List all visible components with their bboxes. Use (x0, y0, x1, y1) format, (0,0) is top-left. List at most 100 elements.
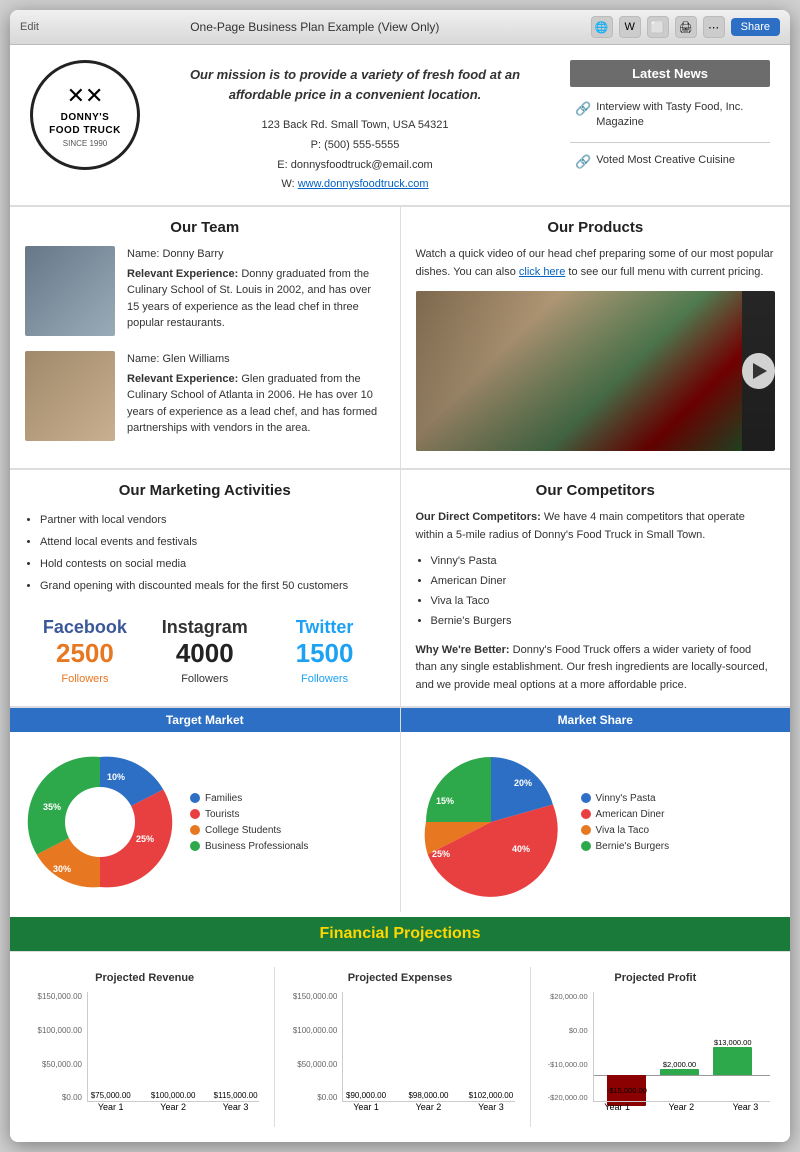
expenses-title: Projected Expenses (280, 972, 519, 984)
y-150k: $150,000.00 (25, 992, 82, 1001)
marketing-list: Partner with local vendors Attend local … (25, 509, 385, 597)
website: W: www.donnysfoodtruck.com (262, 175, 449, 195)
py-20k: $20,000.00 (536, 992, 588, 1001)
print-icon[interactable]: 🖨 (675, 16, 697, 38)
seg-bernies (426, 757, 491, 822)
dot-professionals (190, 841, 200, 851)
lbl-vinnys: 20% (513, 778, 531, 788)
more-icon[interactable]: ⋯ (703, 16, 725, 38)
marketing-item-3: Hold contests on social media (40, 553, 385, 575)
rev-x-2: Year 2 (149, 1102, 196, 1122)
label-bernies-text: Bernie's Burgers (596, 841, 670, 852)
instagram-label: Followers (181, 673, 228, 685)
label-viva-text: Viva la Taco (596, 825, 650, 836)
market-share-pie: 20% 40% 25% 15% (411, 742, 571, 902)
y-100k: $100,000.00 (25, 1026, 82, 1035)
expenses-chart-area: $150,000.00 $100,000.00 $50,000.00 $0.00… (280, 992, 519, 1122)
revenue-x-labels: Year 1 Year 2 Year 3 (87, 1102, 259, 1122)
prof-x-1: Year 1 (593, 1102, 642, 1122)
market-share-chart: Market Share (400, 708, 791, 912)
marketing-section: Our Marketing Activities Partner with lo… (10, 470, 400, 706)
header-middle: Our mission is to provide a variety of f… (160, 60, 550, 195)
competitors-section: Our Competitors Our Direct Competitors: … (400, 470, 791, 706)
window-title: One-Page Business Plan Example (View Onl… (39, 20, 591, 34)
competitor-4: Bernie's Burgers (431, 612, 776, 632)
lbl-bernies: 15% (435, 796, 453, 806)
charts-row: Target Market (10, 706, 790, 912)
contact-info: 123 Back Rd. Small Town, USA 54321 P: (5… (262, 116, 449, 195)
profit-chart-area: $20,000.00 $0.00 -$10,000.00 -$20,000.00… (536, 992, 775, 1122)
dot-vinnys (581, 793, 591, 803)
legend-professionals: Business Professionals (190, 841, 308, 852)
latest-news-header: Latest News (570, 60, 770, 87)
competitors-direct-label: Our Direct Competitors: (416, 511, 541, 523)
toolbar: 🌐 W ⬜ 🖨 ⋯ Share (591, 16, 780, 38)
monitor-icon[interactable]: ⬜ (647, 16, 669, 38)
products-title: Our Products (416, 219, 776, 236)
label-american-text: American Diner (596, 809, 665, 820)
share-button[interactable]: Share (731, 18, 780, 36)
label-vinnys-text: Vinny's Pasta (596, 793, 656, 804)
dot-families (190, 793, 200, 803)
exp-x-2: Year 2 (405, 1102, 452, 1122)
globe-icon[interactable]: 🌐 (591, 16, 613, 38)
competitor-3: Viva la Taco (431, 592, 776, 612)
team-exp-1: Relevant Experience: Donny graduated fro… (127, 266, 385, 332)
legend-american: American Diner (581, 809, 670, 820)
team-exp-2: Relevant Experience: Glen graduated from… (127, 371, 385, 437)
why-better: Why We're Better: Donny's Food Truck off… (416, 642, 776, 695)
competitor-2: American Diner (431, 572, 776, 592)
label-tourists-text: Tourists (205, 809, 239, 820)
py-m20k: -$20,000.00 (536, 1093, 588, 1102)
py-m10k: -$10,000.00 (536, 1060, 588, 1069)
video-overlay (416, 291, 776, 451)
team-info-2: Name: Glen Williams Relevant Experience:… (127, 351, 385, 437)
text-icon[interactable]: W (619, 16, 641, 38)
legend-families: Families (190, 793, 308, 804)
logo: ✕✕ DONNY'SFOOD TRUCK SINCE 1990 (30, 60, 140, 170)
target-market-chart: Target Market (10, 708, 400, 912)
marketing-item-1: Partner with local vendors (40, 509, 385, 531)
target-market-body: 10% 25% 30% 35% Families T (10, 732, 400, 912)
y-0: $0.00 (25, 1093, 82, 1102)
competitors-list: Vinny's Pasta American Diner Viva la Tac… (416, 552, 776, 631)
label-tourists: 25% (136, 834, 154, 844)
menu-link[interactable]: click here (519, 266, 565, 278)
facebook-count: 2500 (30, 638, 140, 669)
video-thumbnail[interactable] (416, 291, 776, 451)
exp-x-3: Year 3 (467, 1102, 514, 1122)
products-description: Watch a quick video of our head chef pre… (416, 246, 776, 281)
email: E: donnysfoodtruck@email.com (262, 156, 449, 176)
revenue-axes (87, 992, 259, 1102)
instagram-name: Instagram (150, 617, 260, 638)
revenue-y-axis: $150,000.00 $100,000.00 $50,000.00 $0.00 (25, 992, 85, 1102)
dot-tourists (190, 809, 200, 819)
team-photo-1 (25, 246, 115, 336)
exp-label-1: Relevant Experience: (127, 268, 238, 280)
donut-hole (65, 787, 135, 857)
target-pie-svg: 10% 25% 30% 35% (20, 742, 180, 902)
twitter-stat: Twitter 1500 Followers (265, 612, 385, 692)
financial-header: Financial Projections (10, 917, 790, 951)
edit-button[interactable]: Edit (20, 21, 39, 33)
marketing-title: Our Marketing Activities (25, 482, 385, 499)
label-students-text: College Students (205, 825, 281, 836)
profit-x-labels: Year 1 Year 2 Year 3 (593, 1102, 770, 1122)
address: 123 Back Rd. Small Town, USA 54321 (262, 116, 449, 136)
competitors-direct: Our Direct Competitors: We have 4 main c… (416, 509, 776, 544)
twitter-name: Twitter (270, 617, 380, 638)
y-50k: $50,000.00 (25, 1060, 82, 1069)
products-section: Our Products Watch a quick video of our … (400, 207, 791, 468)
label-families: 10% (107, 772, 125, 782)
team-member-2: Name: Glen Williams Relevant Experience:… (25, 351, 385, 441)
website-link[interactable]: www.donnysfoodtruck.com (298, 178, 429, 190)
news-text-2: Voted Most Creative Cuisine (596, 153, 735, 168)
phone: P: (500) 555-5555 (262, 136, 449, 156)
team-photo-2 (25, 351, 115, 441)
expenses-section: Projected Expenses $150,000.00 $100,000.… (274, 967, 524, 1127)
facebook-stat: Facebook 2500 Followers (25, 612, 145, 692)
label-families-text: Families (205, 793, 242, 804)
team-section: Our Team Name: Donny Barry Relevant Expe… (10, 207, 400, 468)
dot-students (190, 825, 200, 835)
competitors-title: Our Competitors (416, 482, 776, 499)
